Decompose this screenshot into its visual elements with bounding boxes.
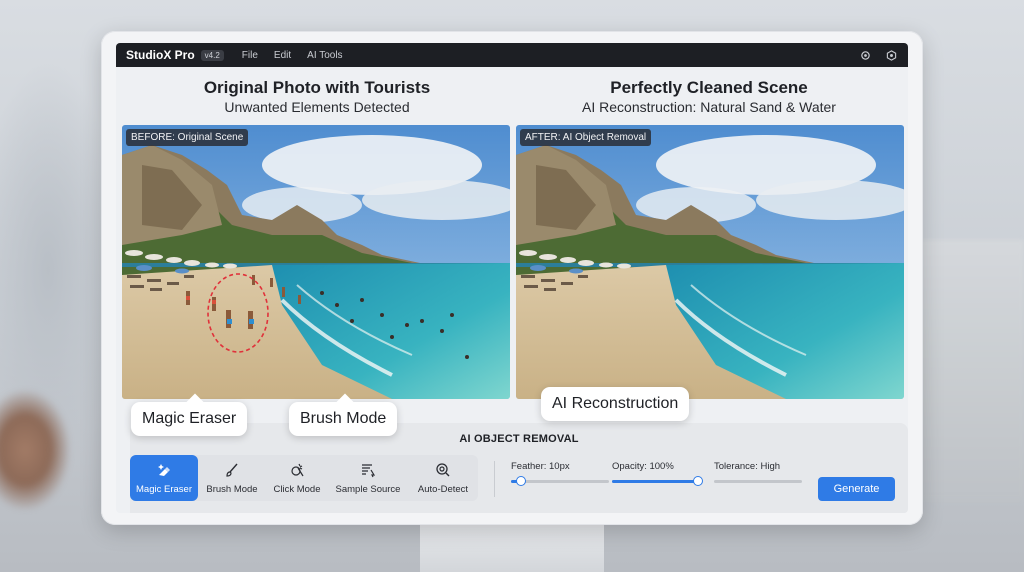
feather-label: Feather: 10px (511, 461, 570, 472)
tool-label: Sample Source (335, 484, 401, 495)
tool-sample-source[interactable]: Sample Source (328, 455, 408, 501)
after-subtitle: AI Reconstruction: Natural Sand & Water (582, 99, 836, 115)
menubar: StudioX Pro v4.2 File Edit AI Tools (116, 43, 908, 67)
app-name: StudioX Pro (126, 48, 195, 62)
background-hand (0, 390, 70, 510)
after-heading: Perfectly Cleaned Scene AI Reconstructio… (514, 77, 904, 116)
slider-fill (612, 480, 698, 483)
after-image[interactable]: AFTER: AI Object Removal (516, 125, 904, 399)
tool-label: Auto-Detect (417, 484, 469, 495)
auto-detect-icon (434, 461, 452, 479)
menu-ai-tools[interactable]: AI Tools (307, 50, 342, 61)
slider-track[interactable] (511, 476, 609, 486)
menu-file[interactable]: File (242, 50, 258, 61)
version-badge: v4.2 (200, 49, 224, 61)
before-heading: Original Photo with Tourists Unwanted El… (122, 77, 512, 116)
tool-auto-detect[interactable]: Auto-Detect (408, 455, 478, 501)
app-window: StudioX Pro v4.2 File Edit AI Tools Orig… (116, 43, 908, 513)
monitor-stand (420, 524, 604, 572)
after-title: Perfectly Cleaned Scene (610, 78, 808, 97)
tolerance-label: Tolerance: High (714, 461, 781, 472)
after-label: AFTER: AI Object Removal (520, 129, 652, 146)
opacity-slider[interactable]: Opacity: 100% (612, 461, 703, 486)
feather-slider[interactable]: Feather: 10px (511, 461, 609, 486)
generate-button[interactable]: Generate (818, 477, 895, 501)
before-subtitle: Unwanted Elements Detected (224, 99, 410, 115)
panel-title: AI OBJECT REMOVAL (459, 433, 579, 445)
slider-track[interactable] (714, 480, 802, 483)
slider-knob[interactable] (515, 476, 526, 486)
panel-divider (494, 461, 495, 497)
settings-alt-icon[interactable] (884, 48, 898, 62)
sample-source-icon (359, 461, 377, 479)
ai-reconstruction-callout: AI Reconstruction (541, 387, 690, 421)
tool-magic-eraser[interactable]: Magic Eraser (130, 455, 198, 501)
before-title: Original Photo with Tourists (203, 78, 431, 97)
slider-knob[interactable] (693, 476, 703, 486)
tool-click-mode[interactable]: Click Mode (266, 455, 328, 501)
magic-eraser-icon (155, 461, 173, 479)
menu-edit[interactable]: Edit (274, 50, 291, 61)
before-label: BEFORE: Original Scene (126, 129, 249, 146)
before-image[interactable]: BEFORE: Original Scene (122, 125, 510, 399)
tool-label: Brush Mode (206, 484, 258, 495)
background-shelf (914, 240, 1024, 500)
monitor: StudioX Pro v4.2 File Edit AI Tools Orig… (101, 31, 923, 525)
opacity-label: Opacity: 100% (612, 461, 674, 472)
tool-brush-mode[interactable]: Brush Mode (198, 455, 266, 501)
settings-icon[interactable] (858, 48, 872, 62)
click-icon (288, 461, 306, 479)
tolerance-slider[interactable]: Tolerance: High (714, 461, 802, 483)
tool-group: Magic Eraser Brush Mode Click Mode Sampl… (130, 455, 478, 501)
brush-icon (223, 461, 241, 479)
magic-eraser-callout: Magic Eraser (131, 402, 248, 436)
tool-label: Click Mode (273, 484, 321, 495)
brush-mode-callout: Brush Mode (289, 402, 398, 436)
ai-object-removal-panel: AI OBJECT REMOVAL Magic Eraser Brush Mod… (130, 423, 908, 513)
slider-track[interactable] (612, 476, 703, 486)
tool-label: Magic Eraser (136, 484, 192, 495)
